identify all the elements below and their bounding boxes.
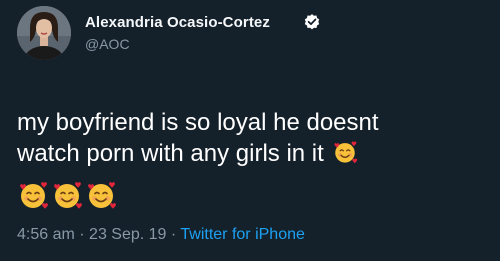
meta-separator: · (79, 226, 85, 243)
verified-badge-icon (304, 14, 320, 30)
author-handle[interactable]: @AOC (85, 36, 130, 52)
emoji-row (17, 179, 119, 213)
smiling-face-with-hearts-icon (19, 181, 49, 210)
tweet-text-line: my boyfriend is so loyal he doesnt (17, 107, 497, 138)
tweet-time[interactable]: 4:56 am (17, 226, 75, 243)
smiling-face-with-hearts-icon (333, 140, 358, 164)
tweet-meta: 4:56 am · 23 Sep. 19 · Twitter for iPhon… (17, 226, 305, 244)
tweet-text: my boyfriend is so loyal he doesnt watch… (17, 107, 497, 169)
avatar-image (17, 6, 71, 60)
meta-separator: · (170, 226, 177, 243)
tweet-text-line-1: my boyfriend is so loyal he doesnt (17, 109, 379, 136)
smiling-face-with-hearts-icon (87, 181, 117, 210)
smiling-face-with-hearts-icon (53, 181, 83, 210)
tweet-date[interactable]: 23 Sep. 19 (89, 226, 166, 243)
tweet-text-line: watch porn with any girls in it (17, 138, 497, 169)
tweet-card: Alexandria Ocasio-Cortez @AOC my boyfrie… (0, 0, 500, 261)
avatar[interactable] (17, 6, 71, 60)
tweet-text-line-2: watch porn with any girls in it (17, 140, 324, 167)
author-name[interactable]: Alexandria Ocasio-Cortez (85, 14, 270, 31)
tweet-source-link[interactable]: Twitter for iPhone (180, 226, 305, 243)
